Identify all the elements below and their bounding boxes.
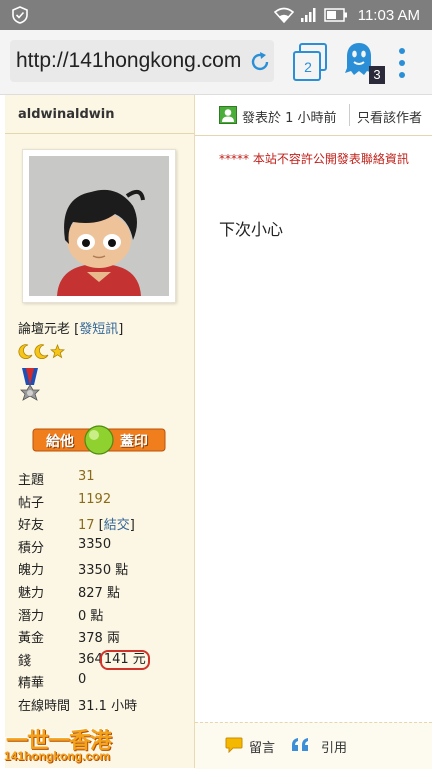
stat-value[interactable]: 31 <box>78 469 95 492</box>
tabs-button[interactable]: 2 <box>292 42 328 82</box>
overflow-menu-button[interactable] <box>396 48 408 78</box>
url-text[interactable]: http://141hongkong.com <box>16 49 242 73</box>
stat-label: 潛力 <box>18 608 45 624</box>
stat-row: 魅力 827 點 <box>18 582 150 605</box>
stat-label: 魄力 <box>18 563 45 579</box>
status-time: 11:03 AM <box>357 6 420 24</box>
stamp-label-stamp: 蓋印 <box>120 434 148 450</box>
stat-row: 魄力 3350 點 <box>18 559 150 582</box>
forum-notice: ***** 本站不容許公開發表聯絡資訊 <box>219 152 409 166</box>
stat-row: 積分 3350 <box>18 537 150 560</box>
rank-stars <box>18 344 65 359</box>
stamp-button[interactable]: 給他 蓋印 <box>32 425 166 455</box>
menu-dot-icon <box>399 72 405 78</box>
site-watermark: 一世一香港 141hongkong.com <box>0 723 130 768</box>
money-highlight: 141 <box>103 651 129 667</box>
only-author-link[interactable]: 只看該作者 <box>357 107 422 126</box>
stat-row: 潛力 0 點 <box>18 605 150 628</box>
stat-row: 錢 364141 元 <box>18 649 150 673</box>
url-bar[interactable]: http://141hongkong.com <box>10 40 274 82</box>
stat-value: 0 <box>78 672 87 688</box>
stat-row: 主題 31 <box>18 469 150 492</box>
stat-value: 3350 點 <box>78 563 129 579</box>
stat-label: 黃金 <box>18 631 45 647</box>
star-icon <box>50 344 65 359</box>
tab-count: 2 <box>304 59 312 75</box>
user-online-icon <box>219 106 237 124</box>
posted-time: 發表於 1 小時前 <box>242 111 337 126</box>
status-bar: 11:03 AM <box>0 0 432 30</box>
watermark-site: 141hongkong.com <box>4 749 111 763</box>
post-actions: 留言 引用 <box>195 722 432 769</box>
stamp-label-give: 給他 <box>46 434 74 450</box>
menu-dot-icon <box>399 48 405 54</box>
stat-row: 在線時間 31.1 小時 <box>18 695 150 718</box>
post-body: 下次小心 <box>219 220 284 239</box>
moon-icon <box>34 344 49 359</box>
stat-row: 好友 17 [結交] <box>18 514 150 537</box>
medal-icon <box>20 368 40 401</box>
signal-icon <box>300 8 316 22</box>
ghostery-badge: 3 <box>369 66 385 84</box>
stat-row: 黃金 378 兩 <box>18 627 150 650</box>
send-pm-link[interactable]: 發短訊 <box>79 322 118 337</box>
reload-icon[interactable] <box>248 50 272 74</box>
highlighted-amount: 141 元 <box>99 649 150 670</box>
stat-row: 帖子 1192 <box>18 492 150 515</box>
stat-label: 錢 <box>18 653 32 669</box>
stat-value[interactable]: 1192 <box>78 492 111 515</box>
quote-icon[interactable] <box>291 737 311 753</box>
stat-row: 精華 0 <box>18 672 150 695</box>
money-unit: 元 <box>132 651 146 667</box>
comment-icon[interactable] <box>225 737 243 753</box>
stat-label: 魅力 <box>18 585 45 601</box>
stat-value: 3350 <box>78 536 112 552</box>
stat-label: 主題 <box>18 473 45 488</box>
avatar[interactable] <box>22 149 176 303</box>
battery-icon <box>323 8 347 22</box>
user-stats: 主題 31 帖子 1192 好友 17 [結交] 積分 3350 魄力 3350… <box>18 469 150 718</box>
divider <box>349 104 350 126</box>
stat-label: 精華 <box>18 676 45 692</box>
stat-value: 378 兩 <box>78 631 120 647</box>
divider <box>5 133 194 134</box>
stat-value: 17 [結交] <box>78 518 135 534</box>
shield-check-icon <box>12 6 28 24</box>
post-main: 發表於 1 小時前 只看該作者 ***** 本站不容許公開發表聯絡資訊 下次小心… <box>195 95 432 769</box>
menu-dot-icon <box>399 60 405 66</box>
stat-label: 帖子 <box>18 495 45 511</box>
add-friend-link[interactable]: 結交 <box>104 518 130 533</box>
stat-value: 827 點 <box>78 585 120 601</box>
post-header: 發表於 1 小時前 只看該作者 <box>195 95 432 136</box>
moon-icon <box>18 344 33 359</box>
stat-label: 積分 <box>18 540 45 556</box>
stat-value: 0 點 <box>78 608 104 624</box>
author-name[interactable]: aldwinaldwin <box>18 107 115 122</box>
bracket: ] <box>118 322 124 337</box>
user-rank: 論壇元老 [發短訊] <box>18 318 123 337</box>
stat-value: 31.1 小時 <box>78 698 138 714</box>
quote-button[interactable]: 引用 <box>321 737 347 756</box>
friend-count[interactable]: 17 <box>78 518 95 533</box>
rank-title: 論壇元老 <box>18 322 71 337</box>
stat-label: 在線時間 <box>18 698 71 714</box>
stat-value: 364141 元 <box>78 649 150 673</box>
forum-post: aldwinaldwin 論壇元老 [發短訊] 給他 蓋印 主題 31 帖子 1… <box>0 95 432 769</box>
wifi-icon <box>273 7 294 23</box>
stat-label: 好友 <box>18 518 45 534</box>
reply-button[interactable]: 留言 <box>249 737 275 756</box>
avatar-image <box>29 156 169 296</box>
browser-toolbar: http://141hongkong.com 2 <box>0 30 432 95</box>
